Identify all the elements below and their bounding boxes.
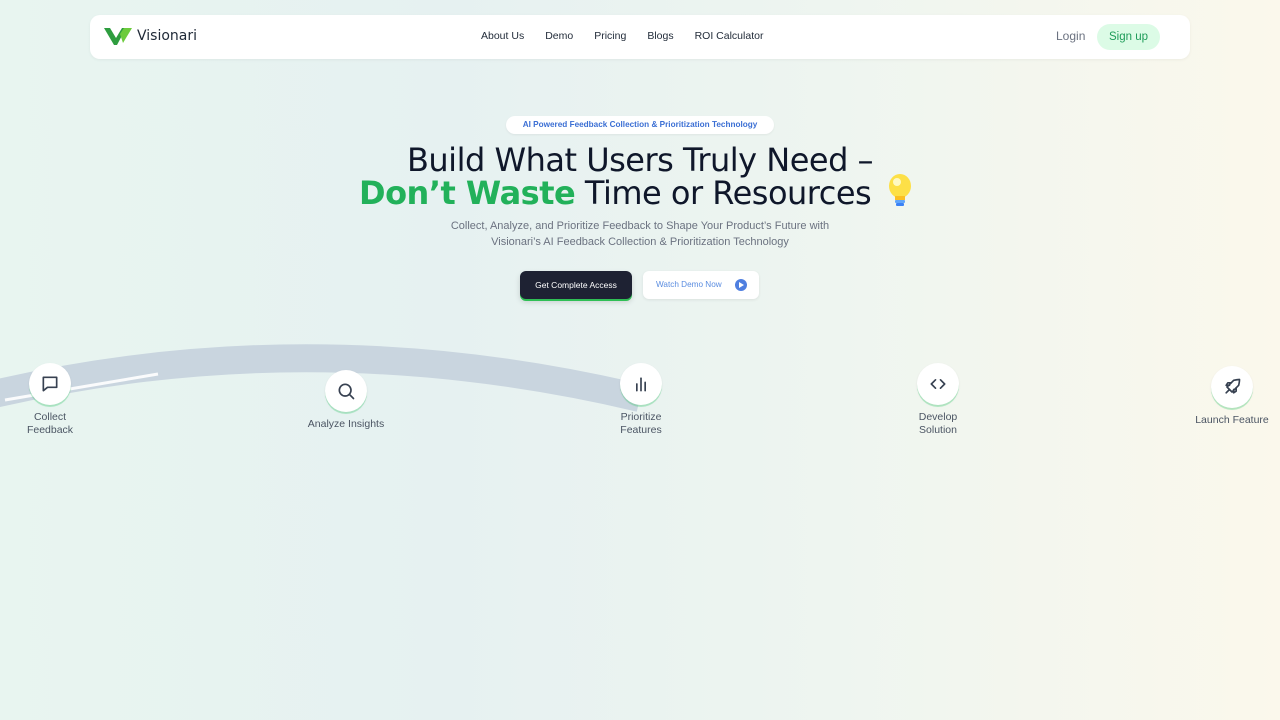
step-label-develop-solution: Develop Solution (918, 411, 958, 436)
login-link[interactable]: Login (1056, 29, 1085, 43)
headline-line-2: Don’t Waste Time or Resources (359, 173, 919, 217)
subtitle-line-1: Collect, Analyze, and Prioritize Feedbac… (450, 220, 830, 232)
watch-demo-label: Watch Demo Now (656, 280, 722, 289)
brand-logo[interactable]: Visionari (104, 26, 197, 46)
nav-link-pricing[interactable]: Pricing (594, 30, 626, 42)
hero-badge: AI Powered Feedback Collection & Priorit… (506, 116, 774, 134)
bar-chart-icon (636, 377, 646, 392)
lightbulb-icon (887, 173, 913, 217)
collect-feedback-step-icon (29, 363, 71, 405)
step-label-analyze-insights: Analyze Insights (307, 418, 385, 430)
play-icon (735, 279, 747, 291)
watch-demo-button[interactable]: Watch Demo Now (643, 271, 759, 299)
develop-solution-step-icon (917, 363, 959, 405)
launch-feature-step-icon (1211, 366, 1253, 408)
nav-link-about-us[interactable]: About Us (481, 30, 524, 42)
signup-button[interactable]: Sign up (1097, 24, 1160, 50)
brand-name: Visionari (137, 28, 198, 44)
rocket-icon (1225, 378, 1241, 394)
search-icon (338, 383, 355, 400)
nav-link-roi-calculator[interactable]: ROI Calculator (695, 30, 764, 42)
step-label-launch-feature: Launch Feature (1195, 414, 1269, 426)
step-label-prioritize-features: Prioritize Features (620, 411, 662, 436)
headline-rest: Time or Resources (575, 174, 872, 212)
top-navbar: Visionari About Us Demo Pricing Blogs RO… (90, 15, 1190, 59)
nav-link-blogs[interactable]: Blogs (647, 30, 673, 42)
prioritize-features-step-icon (620, 363, 662, 405)
visionari-logo-icon (104, 28, 132, 45)
analyze-insights-step-icon (325, 370, 367, 412)
get-complete-access-button[interactable]: Get Complete Access (520, 271, 632, 299)
step-label-collect-feedback: Collect Feedback (26, 411, 74, 436)
nav-links: About Us Demo Pricing Blogs ROI Calculat… (481, 30, 784, 42)
code-icon (930, 379, 946, 389)
subtitle-line-2: Visionari’s AI Feedback Collection & Pri… (491, 236, 789, 248)
headline-highlight: Don’t Waste (359, 174, 576, 212)
message-square-icon (42, 376, 58, 392)
nav-link-demo[interactable]: Demo (545, 30, 573, 42)
